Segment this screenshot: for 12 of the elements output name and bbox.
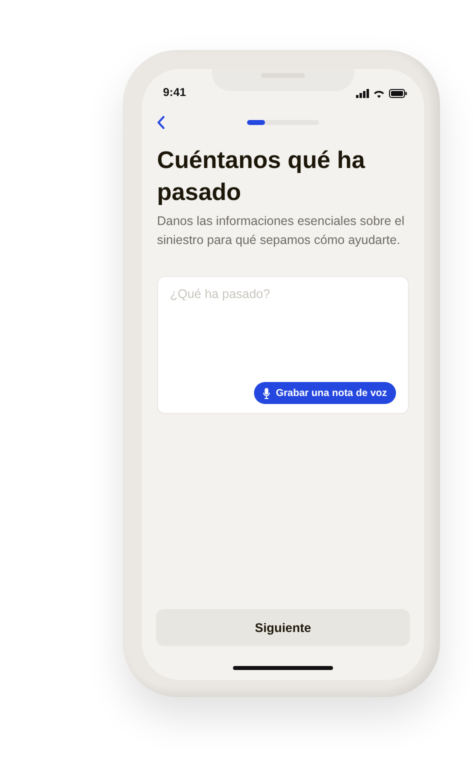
back-chevron-icon bbox=[157, 116, 165, 128]
voice-note-button[interactable]: Grabar una nota de voz bbox=[254, 382, 396, 404]
page-title: Cuéntanos qué ha pasado bbox=[157, 146, 366, 208]
status-time: 9:41 bbox=[163, 87, 186, 99]
microphone-icon bbox=[262, 388, 270, 398]
back-button[interactable] bbox=[157, 114, 167, 130]
signal-icon bbox=[356, 88, 369, 98]
page-subtitle: Danos las informaciones esenciales sobre el siniestro para qué sepamos cómo ayudarte. bbox=[157, 213, 406, 249]
wifi-icon bbox=[373, 88, 385, 98]
battery-icon bbox=[389, 88, 407, 98]
description-field[interactable]: ¿Qué ha pasado? Grabar una nota de voz bbox=[157, 276, 409, 414]
next-button[interactable]: Siguiente bbox=[156, 609, 410, 646]
